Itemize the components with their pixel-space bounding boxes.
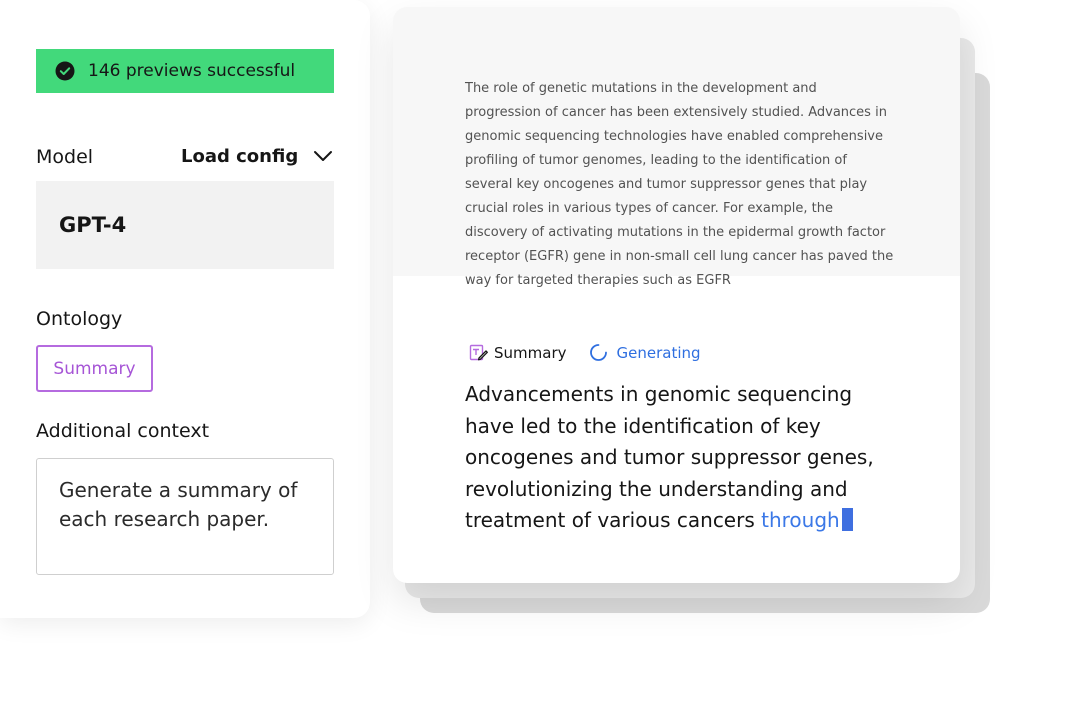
generation-header: Summary Generating (469, 343, 701, 362)
check-circle-icon (55, 61, 75, 81)
source-text: The role of genetic mutations in the dev… (465, 81, 894, 288)
ontology-label: Ontology (36, 308, 123, 330)
model-label: Model (36, 146, 94, 168)
generating-status: Generating (616, 343, 701, 362)
summary-output: Advancements in genomic sequencing have … (465, 379, 905, 537)
status-text: 146 previews successful (88, 61, 296, 81)
streaming-word: through (761, 508, 840, 532)
loading-spinner-icon (589, 343, 608, 362)
text-cursor (841, 508, 853, 531)
source-document: The role of genetic mutations in the dev… (393, 7, 960, 288)
load-config-label: Load config (181, 145, 299, 167)
additional-context-textarea[interactable]: Generate a summary of each research pape… (36, 458, 334, 575)
generation-summary-label: Summary (494, 343, 567, 362)
preview-card: The role of genetic mutations in the dev… (393, 7, 960, 583)
status-banner: 146 previews successful (36, 49, 334, 93)
model-select[interactable]: GPT-4 (36, 181, 334, 269)
chevron-down-icon (312, 145, 334, 167)
load-config-dropdown[interactable]: Load config (181, 145, 334, 167)
config-panel: 146 previews successful Model Load confi… (0, 0, 370, 618)
ontology-summary-tag[interactable]: Summary (36, 345, 153, 392)
additional-context-label: Additional context (36, 420, 210, 442)
summary-edit-icon (469, 343, 488, 362)
